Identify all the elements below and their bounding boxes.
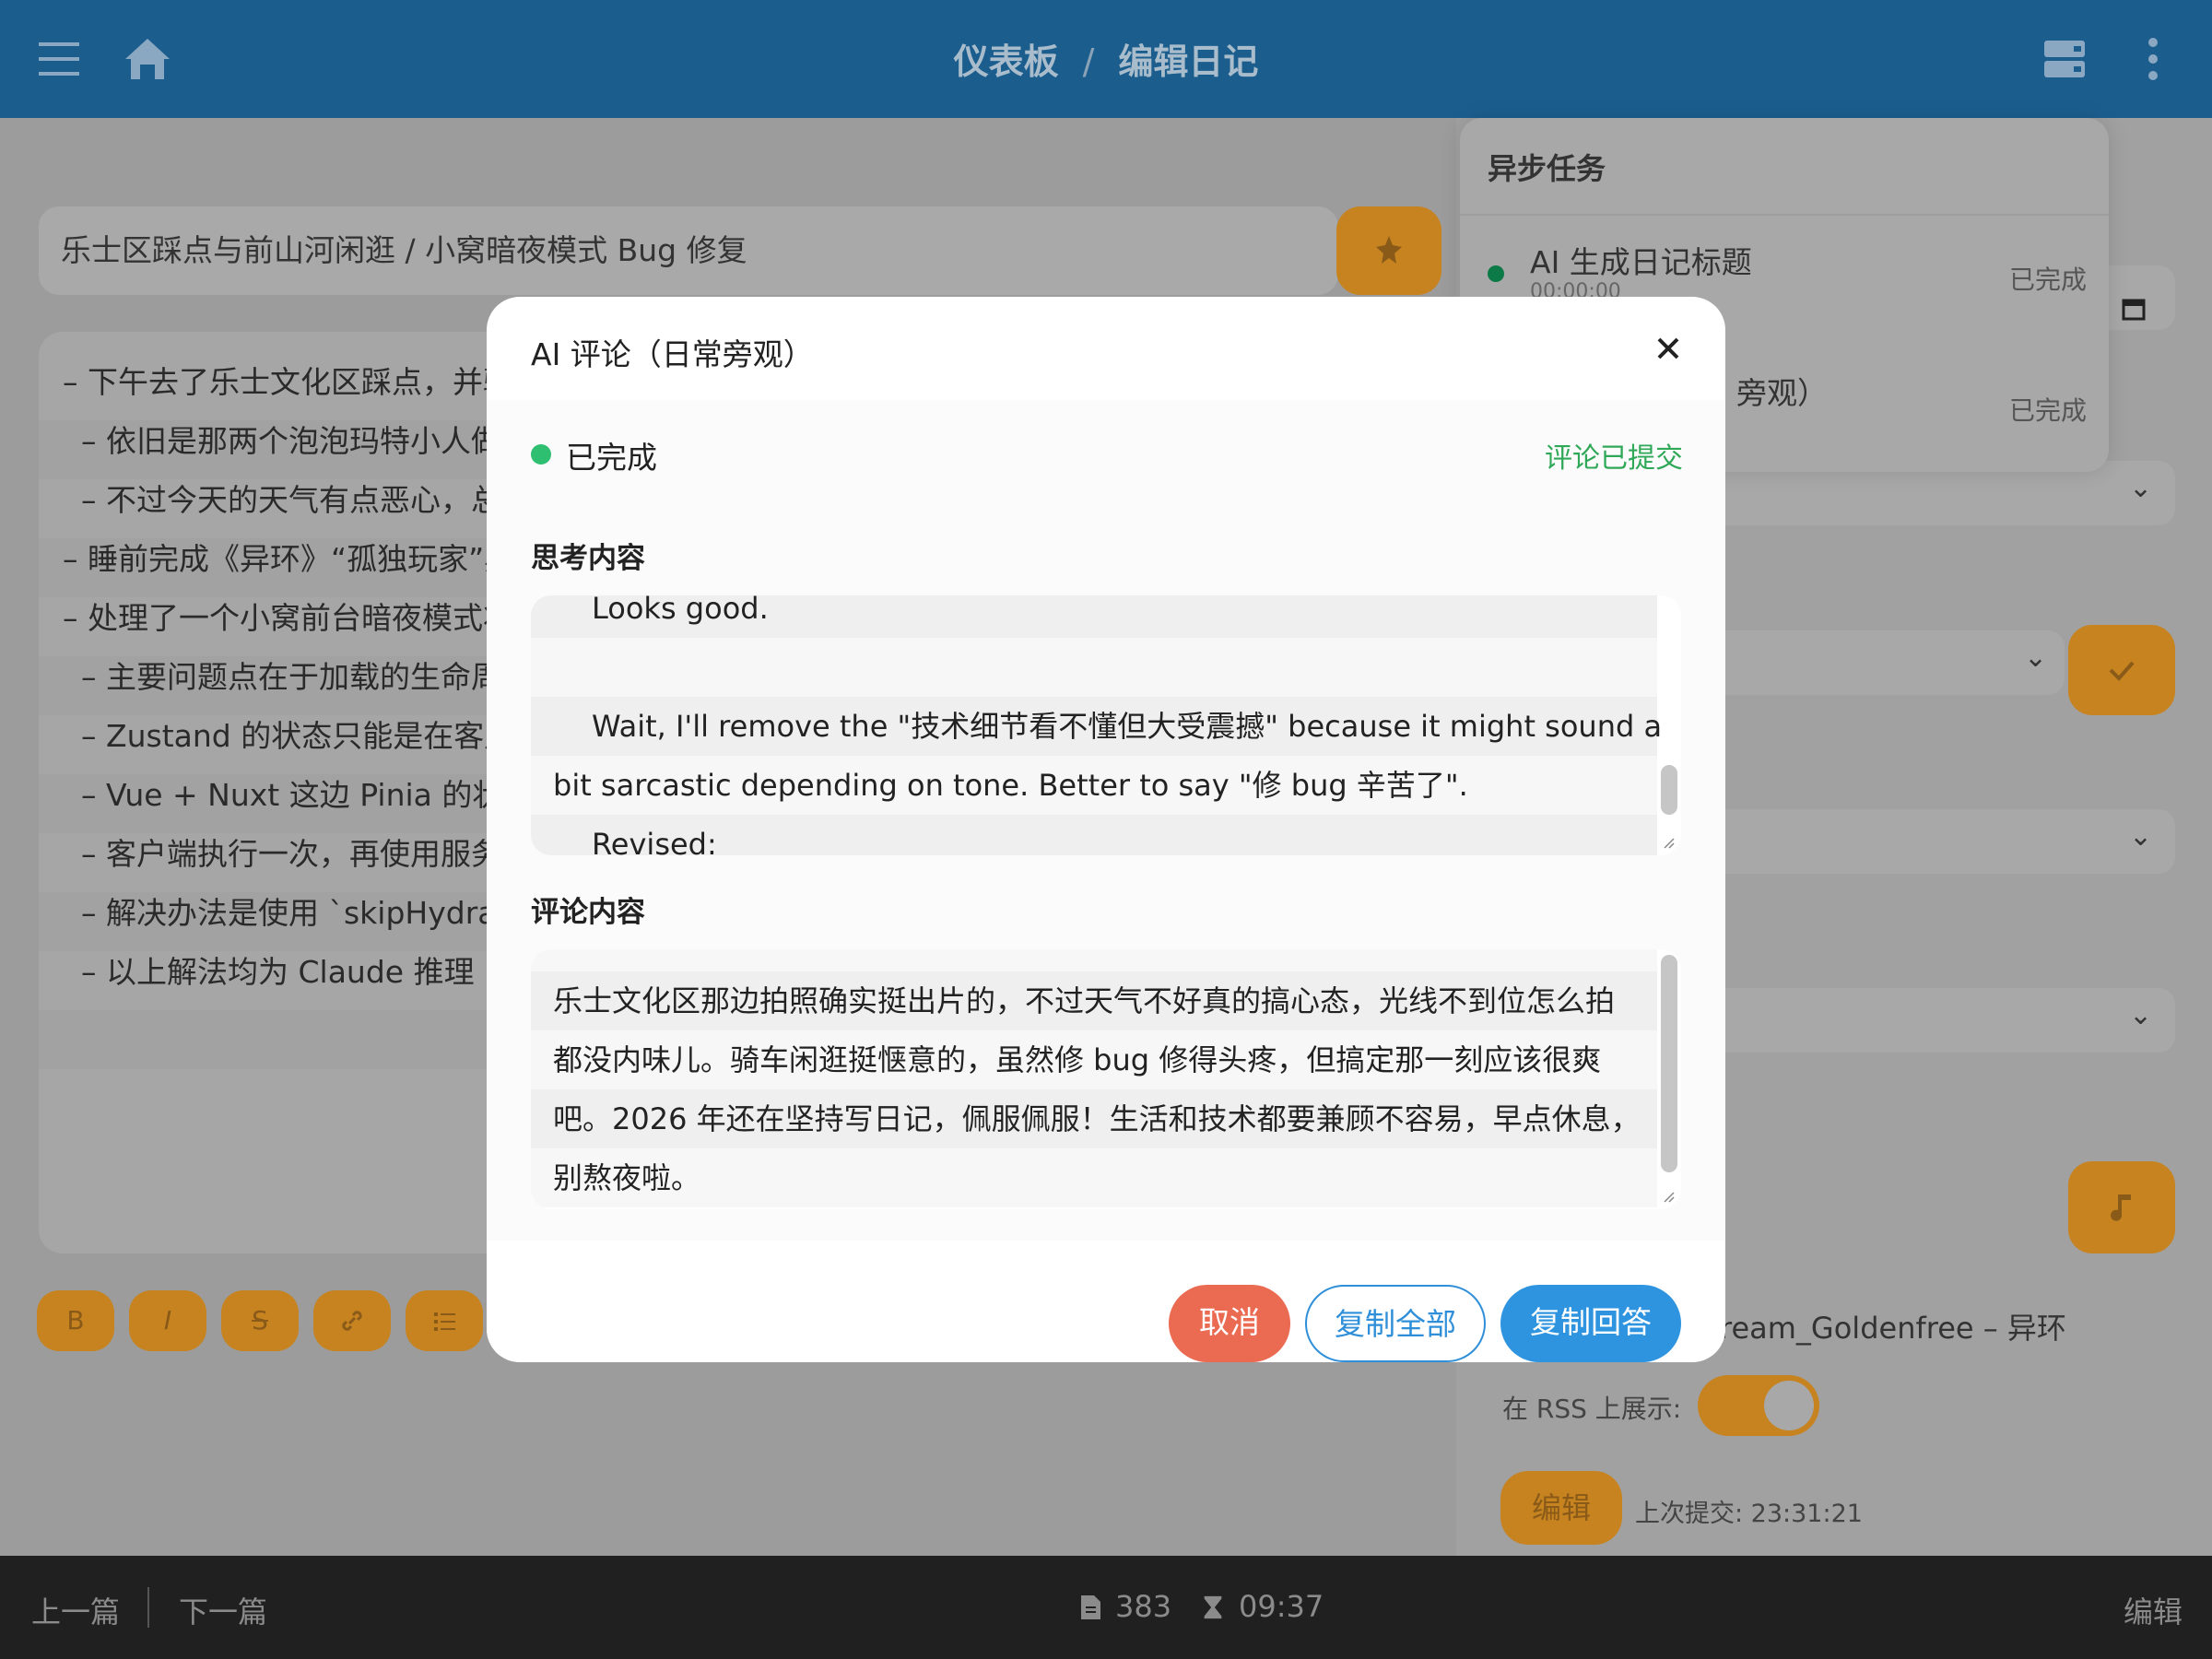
comment-textarea[interactable]: 乐士文化区那边拍照确实挺出片的，不过天气不好真的搞心态，光线不到位怎么拍 都没内… bbox=[531, 949, 1681, 1209]
status-dot bbox=[531, 444, 551, 465]
word-count: 383 bbox=[1115, 1589, 1172, 1624]
editor-line: – 依旧是那两个泡泡玛特小人做 bbox=[81, 423, 501, 459]
editor-line: – Zustand 的状态只能是在客户 bbox=[81, 718, 515, 754]
status-text: 已完成 bbox=[566, 440, 657, 476]
document-icon bbox=[1081, 1595, 1100, 1619]
rss-toggle[interactable] bbox=[1698, 1375, 1819, 1436]
chevron-down-icon[interactable]: ⌄ bbox=[2129, 820, 2152, 853]
status-row: 已完成 评论已提交 bbox=[531, 433, 1683, 477]
thinking-line: Revised: bbox=[531, 815, 1657, 855]
list-icon bbox=[434, 1312, 455, 1331]
resize-handle-icon[interactable] bbox=[1663, 1191, 1676, 1204]
thinking-line bbox=[531, 638, 1657, 697]
editor-line: – 主要问题点在于加载的生命周 bbox=[81, 659, 501, 695]
task-status-dot bbox=[1488, 265, 1504, 282]
thinking-line: bit sarcastic depending on tone. Better … bbox=[531, 756, 1657, 815]
editor-line: – 不过今天的天气有点恶心，总 bbox=[81, 482, 501, 518]
confirm-button[interactable] bbox=[2068, 625, 2175, 715]
ai-comment-dialog: AI 评论（日常旁观） 已完成 评论已提交 思考内容 Looks good. W… bbox=[487, 297, 1725, 1362]
thinking-line: Wait, I'll remove the "技术细节看不懂但大受震撼" bec… bbox=[531, 697, 1662, 756]
task-name: AI 生成日记标题 bbox=[1530, 244, 1752, 280]
last-submit-time: 上次提交: 23:31:21 bbox=[1635, 1500, 1863, 1528]
check-icon bbox=[2109, 661, 2135, 681]
music-track-name: ream_Goldenfree – 异环 bbox=[1720, 1311, 2066, 1346]
prev-post-link[interactable]: 上一篇 bbox=[31, 1589, 120, 1631]
rss-label: 在 RSS 上展示: bbox=[1502, 1394, 1682, 1424]
comment-submitted-label: 评论已提交 bbox=[1545, 442, 1683, 475]
hourglass-icon bbox=[1204, 1595, 1222, 1619]
music-button[interactable] bbox=[2068, 1161, 2175, 1253]
breadcrumb-edit-diary: 编辑日记 bbox=[1118, 41, 1259, 82]
dialog-title: AI 评论（日常旁观） bbox=[531, 336, 814, 372]
async-task-header: 异步任务 bbox=[1488, 151, 1606, 186]
thinking-label: 思考内容 bbox=[531, 542, 645, 575]
comment-line: 吧。2026 年还在坚持写日记，佩服佩服！生活和技术都要兼顾不容易，早点休息， bbox=[531, 1089, 1657, 1148]
list-button[interactable] bbox=[406, 1290, 483, 1351]
read-time: 09:37 bbox=[1239, 1589, 1324, 1624]
generate-title-button[interactable] bbox=[1336, 206, 1441, 295]
bold-button[interactable]: B bbox=[37, 1290, 114, 1351]
editor-line: – 客户端执行一次，再使用服务 bbox=[81, 836, 501, 872]
editor-line: – Vue + Nuxt 这边 Pinia 的状态 bbox=[81, 777, 534, 813]
editor-line: – 睡前完成《异环》“孤独玩家”异 bbox=[63, 541, 515, 577]
editor-line: – 以上解法均为 Claude 推理 bbox=[81, 954, 475, 990]
calendar-icon[interactable] bbox=[2120, 295, 2147, 323]
editor-line: – 处理了一个小窝前台暗夜模式状 bbox=[63, 600, 513, 636]
chevron-down-icon[interactable]: ⌄ bbox=[2024, 641, 2047, 674]
scrollbar-thumb[interactable] bbox=[1661, 955, 1677, 1172]
resize-handle-icon[interactable] bbox=[1663, 837, 1676, 850]
edit-button[interactable]: 编辑 bbox=[1500, 1471, 1622, 1545]
toggle-knob bbox=[1764, 1381, 1814, 1430]
comment-line: 乐士文化区那边拍照确实挺出片的，不过天气不好真的搞心态，光线不到位怎么拍 bbox=[531, 971, 1657, 1030]
bottom-bar: 上一篇 下一篇 383 09:37 编辑 bbox=[0, 1556, 2212, 1659]
thinking-line: Looks good. bbox=[531, 595, 1657, 638]
breadcrumb-separator: / bbox=[1082, 41, 1095, 82]
task-status: 已完成 bbox=[2008, 395, 2087, 426]
breadcrumb: 仪表板 / 编辑日记 bbox=[0, 33, 2212, 84]
dialog-footer: 取消 复制全部 复制回答 bbox=[487, 1241, 1725, 1362]
italic-button[interactable]: I bbox=[129, 1290, 206, 1351]
link-button[interactable] bbox=[313, 1290, 391, 1351]
task-status: 已完成 bbox=[2008, 265, 2087, 295]
layout-icon[interactable] bbox=[2037, 31, 2092, 87]
more-vertical-icon[interactable] bbox=[2125, 31, 2181, 87]
chevron-down-icon[interactable]: ⌄ bbox=[2129, 472, 2152, 504]
diary-title-input[interactable]: 乐士区踩点与前山河闲逛 / 小窝暗夜模式 Bug 修复 bbox=[39, 206, 1338, 295]
editor-line: – 解决办法是使用 `skipHydrate bbox=[81, 895, 527, 931]
comment-line: 别熬夜啦。 bbox=[531, 1148, 1657, 1207]
top-bar: 仪表板 / 编辑日记 bbox=[0, 0, 2212, 118]
strikethrough-button[interactable]: S bbox=[221, 1290, 299, 1351]
chevron-down-icon[interactable]: ⌄ bbox=[2129, 999, 2152, 1031]
task-name: 旁观） bbox=[1736, 375, 1828, 411]
scrollbar-thumb[interactable] bbox=[1661, 765, 1677, 815]
thinking-textarea[interactable]: Looks good. Wait, I'll remove the "技术细节看… bbox=[531, 595, 1681, 855]
copy-answer-button[interactable]: 复制回答 bbox=[1500, 1285, 1681, 1362]
link-icon bbox=[342, 1311, 362, 1331]
comment-line: 都没内味儿。骑车闲逛挺惬意的，虽然修 bug 修得头疼，但搞定那一刻应该很爽 bbox=[531, 1030, 1657, 1089]
dialog-body: 已完成 评论已提交 思考内容 Looks good. Wait, I'll re… bbox=[487, 400, 1725, 1241]
comment-label: 评论内容 bbox=[531, 896, 645, 929]
breadcrumb-dashboard[interactable]: 仪表板 bbox=[954, 41, 1059, 82]
music-note-icon bbox=[2111, 1194, 2131, 1221]
close-icon[interactable] bbox=[1650, 330, 1687, 367]
magic-wand-icon bbox=[1376, 236, 1402, 264]
editor-line: – 下午去了乐士文化区踩点，并骑 bbox=[63, 364, 513, 400]
cancel-button[interactable]: 取消 bbox=[1169, 1285, 1290, 1362]
edit-link[interactable]: 编辑 bbox=[2124, 1589, 2183, 1631]
next-post-link[interactable]: 下一篇 bbox=[179, 1589, 267, 1631]
copy-all-button[interactable]: 复制全部 bbox=[1305, 1285, 1486, 1362]
